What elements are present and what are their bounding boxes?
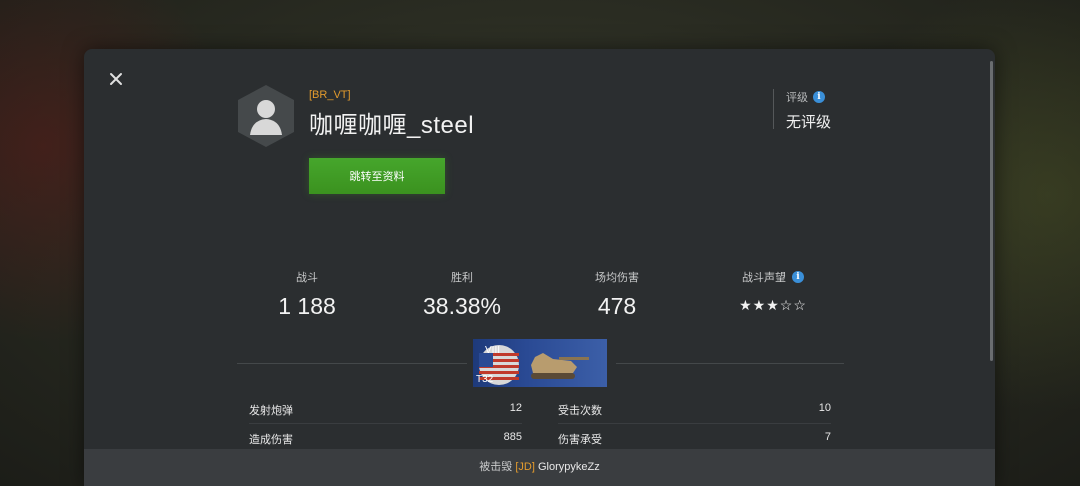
destroyed-by-label: 被击毁 bbox=[479, 461, 513, 473]
detail-label: 造成伤害 bbox=[249, 434, 293, 446]
goto-profile-button[interactable]: 跳转至资料 bbox=[309, 158, 445, 194]
clan-tag: [BR_VT] bbox=[309, 89, 351, 101]
divider bbox=[616, 363, 844, 364]
killer-name[interactable]: GlorypykeZz bbox=[538, 461, 600, 473]
player-name: 咖喱咖喱_steel bbox=[309, 112, 475, 139]
detail-value: 7 bbox=[824, 431, 831, 443]
rating-block: 评级 i 无评级 bbox=[773, 89, 832, 131]
destroyed-by-bar: 被击毁 [JD] GlorypykeZz bbox=[84, 449, 995, 486]
stat-value: 1 188 bbox=[278, 293, 336, 319]
stat-reputation: 战斗声望 i ★★★☆☆ bbox=[703, 269, 843, 314]
killer-clan-tag: [JD] bbox=[515, 461, 535, 473]
stat-winrate: 胜利 38.38% bbox=[392, 269, 532, 320]
stat-avg-damage: 场均伤害 478 bbox=[547, 269, 687, 320]
divider bbox=[237, 363, 467, 364]
rating-value: 无评级 bbox=[786, 114, 832, 131]
avatar-icon bbox=[238, 85, 294, 147]
close-icon[interactable] bbox=[106, 69, 126, 89]
detail-label: 受击次数 bbox=[558, 405, 602, 417]
player-card-panel: [BR_VT] 咖喱咖喱_steel 跳转至资料 评级 i 无评级 战斗 1 1… bbox=[84, 49, 995, 486]
tank-tier: VIII bbox=[485, 345, 501, 356]
detail-label: 发射炮弹 bbox=[249, 405, 293, 417]
detail-row: 受击次数 10 bbox=[558, 396, 831, 424]
reputation-stars: ★★★☆☆ bbox=[739, 297, 807, 313]
scrollbar[interactable] bbox=[990, 61, 993, 361]
stat-label: 场均伤害 bbox=[595, 272, 639, 284]
stat-label: 战斗声望 bbox=[742, 272, 786, 284]
detail-label: 伤害承受 bbox=[558, 434, 602, 446]
detail-value: 10 bbox=[818, 402, 831, 414]
info-icon[interactable]: i bbox=[813, 91, 825, 103]
detail-value: 885 bbox=[503, 431, 522, 443]
info-icon[interactable]: i bbox=[792, 271, 804, 283]
stat-value: 478 bbox=[597, 293, 637, 319]
stat-label: 战斗 bbox=[296, 272, 318, 284]
rating-label: 评级 bbox=[786, 92, 808, 104]
tank-name: T32 bbox=[476, 374, 494, 385]
detail-row: 发射炮弹 12 bbox=[249, 396, 522, 424]
stat-label: 胜利 bbox=[451, 272, 473, 284]
detail-value: 12 bbox=[509, 402, 522, 414]
stat-value: 38.38% bbox=[422, 293, 501, 319]
tank-card[interactable]: VIII T32 bbox=[473, 339, 607, 387]
stat-battles: 战斗 1 188 bbox=[237, 269, 377, 320]
